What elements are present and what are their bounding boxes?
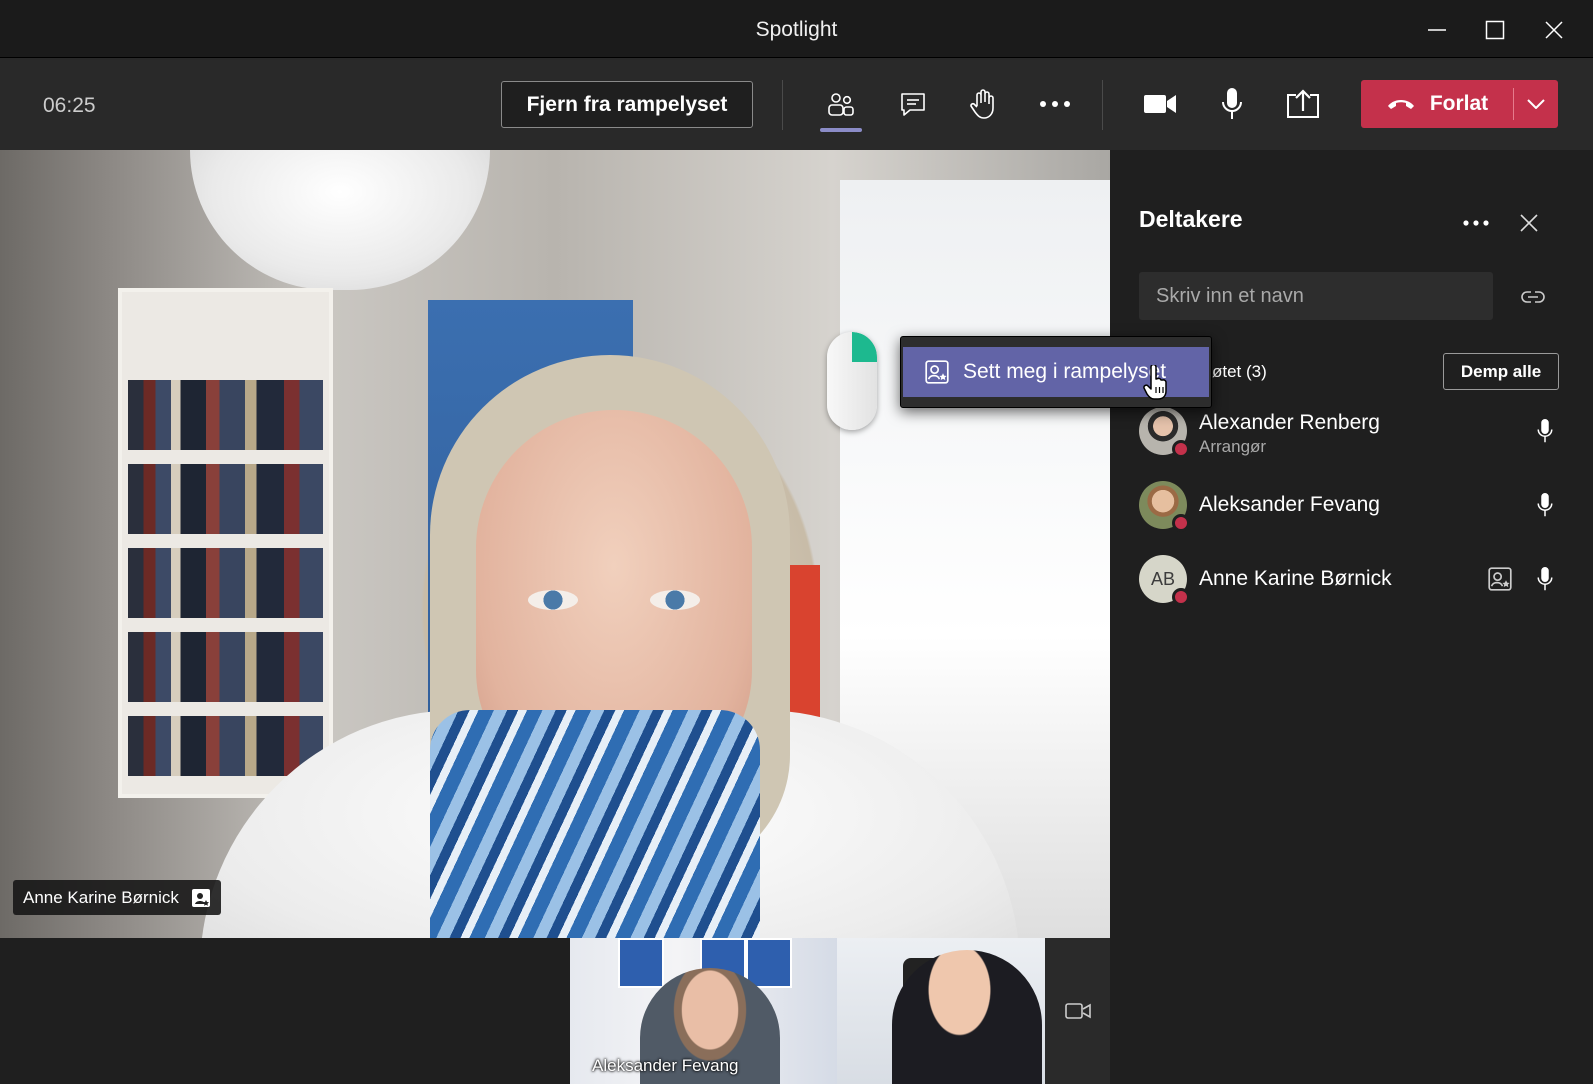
remove-spotlight-button[interactable]: Fjern fra rampelyset — [501, 81, 753, 128]
participant-row[interactable]: Aleksander Fevang — [1139, 481, 1559, 541]
raise-hand-button[interactable] — [958, 80, 1008, 128]
more-actions-button[interactable] — [1030, 80, 1080, 128]
panel-title: Deltakere — [1139, 206, 1243, 232]
chevron-down-icon — [1527, 99, 1545, 109]
minimize-icon — [1428, 29, 1446, 31]
participant-name: Anne Karine Børnick — [1199, 567, 1392, 590]
microphone-button[interactable] — [1207, 80, 1257, 128]
maximize-button[interactable] — [1475, 12, 1515, 48]
window-title: Spotlight — [755, 18, 838, 41]
mouse-click-illustration — [827, 332, 877, 430]
microphone-icon — [1222, 88, 1242, 119]
microphone-icon — [1537, 493, 1553, 517]
leave-label: Forlat — [1429, 92, 1489, 115]
close-icon — [1520, 214, 1538, 232]
mute-all-button[interactable]: Demp alle — [1443, 353, 1559, 390]
camera-button[interactable] — [1135, 80, 1185, 128]
avatar — [1139, 481, 1190, 532]
people-icon — [828, 93, 854, 116]
participant-thumbnail[interactable]: Aleksander Fevang — [570, 938, 837, 1084]
share-screen-button[interactable] — [1278, 80, 1328, 128]
share-invite-button[interactable] — [1516, 280, 1550, 314]
video-eye — [650, 590, 700, 610]
participant-mic-button[interactable] — [1531, 489, 1559, 521]
share-tray-icon — [1287, 89, 1319, 118]
spotlight-indicator — [1485, 563, 1515, 595]
thumbnail-poster — [746, 938, 792, 988]
chat-icon — [901, 93, 925, 116]
participant-name: Alexander Renberg — [1199, 411, 1380, 434]
panel-close-button[interactable] — [1512, 206, 1546, 240]
self-view-thumbnail[interactable] — [837, 938, 1045, 1084]
maximize-icon — [1485, 20, 1505, 40]
link-icon — [1521, 291, 1545, 303]
avatar — [1139, 407, 1190, 458]
participant-mic-button[interactable] — [1531, 563, 1559, 595]
participant-row[interactable]: Alexander Renberg Arrangør — [1139, 407, 1559, 467]
more-icon — [1040, 101, 1070, 107]
microphone-icon — [1537, 567, 1553, 591]
video-camera-icon — [1064, 1003, 1091, 1019]
video-bookshelf — [118, 288, 333, 798]
participants-panel: Deltakere øtet (3) Demp alle Alexander R… — [1110, 150, 1593, 1084]
hang-up-icon — [1387, 100, 1414, 109]
meeting-timer: 06:25 — [43, 94, 96, 117]
busy-status-badge — [1172, 588, 1190, 606]
participant-name: Aleksander Fevang — [1199, 493, 1380, 516]
hand-icon — [970, 89, 994, 119]
leave-button[interactable]: Forlat — [1361, 80, 1513, 128]
leave-options-button[interactable] — [1514, 80, 1558, 128]
busy-status-badge — [1172, 440, 1190, 458]
panel-more-button[interactable] — [1456, 208, 1496, 238]
spotlight-icon — [925, 360, 949, 384]
participant-row[interactable]: AB Anne Karine Børnick — [1139, 555, 1559, 615]
close-icon — [1545, 21, 1563, 39]
title-bar: Spotlight — [0, 0, 1593, 58]
microphone-icon — [1537, 419, 1553, 443]
chat-button[interactable] — [888, 80, 938, 128]
participant-role: Arrangør — [1199, 437, 1267, 456]
spotlight-name: Anne Karine Børnick — [23, 887, 179, 907]
video-ceiling-lamp — [190, 150, 490, 290]
spotlight-name-tag: Anne Karine Børnick — [13, 880, 221, 915]
video-eye — [528, 590, 578, 610]
spotlight-video — [0, 150, 1110, 938]
camera-toggle-tile[interactable] — [1045, 938, 1110, 1084]
participant-mic-button[interactable] — [1531, 415, 1559, 447]
in-meeting-section-label: øtet (3) — [1212, 362, 1267, 381]
video-camera-icon — [1144, 95, 1176, 113]
leave-control: Forlat — [1361, 80, 1558, 128]
video-scarf — [430, 710, 760, 938]
thumbnail-person — [892, 950, 1042, 1084]
close-window-button[interactable] — [1534, 12, 1574, 48]
meeting-toolbar: 06:25 Fjern fra rampelyset Forlat — [0, 58, 1593, 150]
thumbnail-name: Aleksander Fevang — [592, 1056, 739, 1075]
spotlight-icon — [1488, 567, 1512, 591]
hand-cursor-icon — [1143, 365, 1167, 400]
participants-button[interactable] — [816, 80, 866, 132]
toolbar-divider — [782, 80, 783, 130]
participant-search-input[interactable] — [1139, 272, 1493, 320]
menu-item-label: Sett meg i rampelyset — [963, 360, 1167, 383]
busy-status-badge — [1172, 514, 1190, 532]
toolbar-divider — [1102, 80, 1103, 130]
thumbnail-poster — [618, 938, 664, 988]
minimize-button[interactable] — [1417, 12, 1457, 48]
avatar: AB — [1139, 555, 1190, 606]
more-icon — [1463, 220, 1489, 226]
spotlight-icon — [191, 888, 210, 907]
